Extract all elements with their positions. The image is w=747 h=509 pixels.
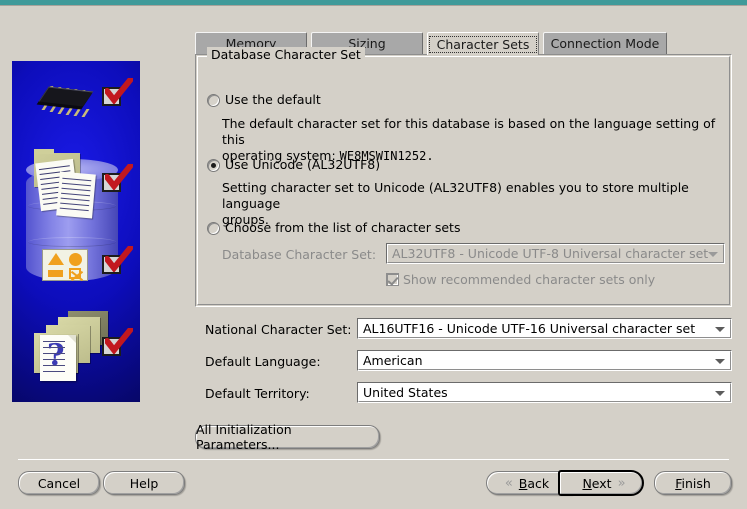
database-character-set-combo[interactable]: AL32UTF8 - Unicode UTF-8 Universal chara… — [386, 243, 725, 264]
chevron-down-icon — [708, 251, 718, 257]
button-label: Back — [518, 475, 550, 491]
chevron-down-icon — [715, 326, 725, 332]
step-checkmark — [102, 78, 136, 109]
radio-indicator — [207, 159, 220, 172]
button-label: Finish — [675, 475, 711, 491]
tab-connection-mode[interactable]: Connection Mode — [543, 32, 667, 54]
radio-indicator — [207, 94, 220, 107]
description-line: The default character set for this datab… — [222, 116, 716, 147]
checkbox-label: Show recommended character sets only — [403, 272, 656, 287]
checkmark-icon — [105, 78, 133, 104]
default-language-label: Default Language: — [205, 354, 321, 369]
tab-label: Character Sets — [428, 35, 538, 53]
chevron-right-icon: » — [617, 475, 626, 491]
radio-use-the-default[interactable]: Use the default — [207, 93, 321, 107]
chevron-down-icon — [715, 358, 725, 364]
database-character-set-label: Database Character Set: — [222, 247, 377, 262]
chevron-left-icon: « — [504, 475, 513, 491]
group-legend: Database Character Set — [207, 47, 365, 62]
wizard-nav-buttons: « Back Next » — [486, 470, 644, 496]
checkmark-icon — [105, 246, 133, 272]
national-character-set-label: National Character Set: — [205, 322, 352, 337]
combo-value: United States — [363, 385, 448, 400]
radio-indicator — [207, 222, 220, 235]
oracle-dbca-steps-illustration: ? — [12, 61, 140, 402]
default-territory-label: Default Territory: — [205, 386, 310, 401]
button-label: Help — [129, 475, 159, 491]
chevron-down-icon — [715, 390, 725, 396]
radio-label: Use the default — [225, 92, 321, 107]
combo-value: AL32UTF8 - Unicode UTF-8 Universal chara… — [392, 246, 709, 261]
tab-label: Connection Mode — [550, 36, 660, 51]
chip-icon — [34, 83, 96, 117]
document-icon — [56, 171, 96, 219]
checkmark-icon — [105, 164, 133, 190]
button-mnemonic: F — [675, 475, 682, 491]
show-recommended-checkbox[interactable]: Show recommended character sets only — [386, 272, 655, 287]
step-checkmark — [102, 164, 136, 195]
finish-button[interactable]: Finish — [654, 471, 732, 495]
button-label: All Initialization Parameters... — [196, 422, 292, 452]
button-label: Next — [582, 475, 612, 491]
step-checkmark — [102, 328, 136, 359]
national-character-set-combo[interactable]: AL16UTF16 - Unicode UTF-16 Universal cha… — [357, 318, 732, 339]
default-territory-combo[interactable]: United States — [357, 382, 732, 403]
checkbox-indicator — [386, 273, 399, 286]
default-language-combo[interactable]: American — [357, 350, 732, 371]
button-label: Cancel — [37, 475, 81, 491]
help-button[interactable]: Help — [103, 471, 185, 495]
button-mnemonic: N — [582, 475, 592, 491]
tab-character-sets[interactable]: Character Sets — [427, 32, 539, 55]
radio-choose-from-list[interactable]: Choose from the list of character sets — [207, 221, 460, 235]
combo-value: AL16UTF16 - Unicode UTF-16 Universal cha… — [363, 321, 696, 336]
cancel-button[interactable]: Cancel — [18, 471, 100, 495]
radio-use-unicode[interactable]: Use Unicode (AL32UTF8) — [207, 158, 380, 172]
all-initialization-parameters-button[interactable]: All Initialization Parameters... — [195, 422, 380, 452]
checkmark-icon — [105, 328, 133, 354]
window-accent-strip-shadow — [0, 5, 747, 6]
footer-separator — [18, 459, 729, 460]
button-mnemonic: B — [518, 475, 528, 491]
description-line: Setting character set to Unicode (AL32UT… — [222, 180, 689, 211]
combo-value: American — [363, 353, 423, 368]
radio-label: Use Unicode (AL32UTF8) — [225, 157, 381, 172]
next-button[interactable]: Next » — [558, 470, 644, 496]
radio-label: Choose from the list of character sets — [225, 220, 461, 235]
step-checkmark — [102, 246, 136, 277]
shapes-icon — [42, 249, 88, 281]
